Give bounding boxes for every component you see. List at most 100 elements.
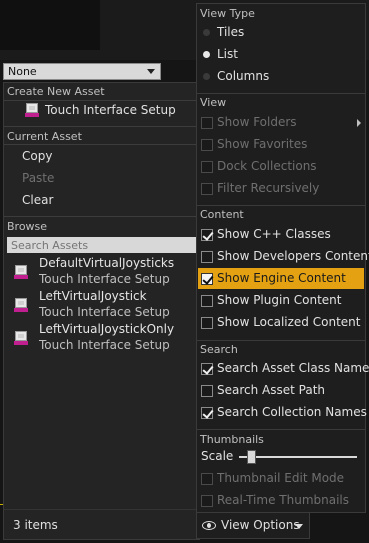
view-options-label: View Options	[221, 518, 300, 532]
chevron-down-icon	[147, 69, 155, 74]
menu-item-label: Filter Recursively	[217, 181, 320, 195]
asset-name: LeftVirtualJoystick	[39, 289, 147, 303]
menu-item-label: Show Engine Content	[217, 271, 346, 285]
touch-interface-icon	[14, 265, 28, 279]
scale-label: Scale	[201, 449, 234, 463]
touch-interface-icon	[14, 298, 28, 312]
asset-dropdown-value: None	[8, 65, 37, 78]
divider	[4, 126, 199, 127]
copy-item[interactable]: Copy	[22, 149, 52, 163]
menu-item-label: Show Favorites	[217, 137, 308, 151]
menu-item-label: Real-Time Thumbnails	[217, 493, 350, 507]
thumbnails-header: Thumbnails	[200, 433, 264, 446]
menu-item-label: Thumbnail Edit Mode	[217, 471, 345, 485]
menu-item-label: Search Collection Names	[217, 405, 367, 419]
search-asset-path-item[interactable]: Search Asset Path	[198, 380, 364, 401]
asset-list-item[interactable]: LeftVirtualJoystickOnly Touch Interface …	[8, 322, 196, 355]
search-header: Search	[200, 343, 238, 356]
divider	[197, 93, 365, 94]
create-new-asset-header: Create New Asset	[7, 85, 105, 98]
show-developers-content-item[interactable]: Show Developers Content	[198, 246, 369, 267]
divider	[197, 429, 365, 430]
current-asset-header: Current Asset	[7, 130, 82, 143]
checkbox	[201, 117, 213, 129]
view-type-header: View Type	[200, 7, 255, 20]
search-assets-input[interactable]	[7, 237, 197, 253]
scale-slider-track[interactable]	[239, 456, 357, 458]
checkbox	[201, 473, 213, 485]
search-asset-class-names-item[interactable]: Search Asset Class Names	[198, 358, 369, 379]
asset-dropdown[interactable]: None	[3, 63, 161, 80]
menu-item-label: Show Developers Content	[217, 249, 369, 263]
menu-item-label: Columns	[217, 69, 270, 83]
asset-picker-panel: Create New Asset Touch Interface Setup C…	[3, 82, 200, 540]
editor-background-strip	[0, 0, 100, 50]
checkbox-checked	[201, 273, 213, 285]
view-options-button[interactable]: View Options	[196, 512, 310, 539]
item-count: 3 items	[13, 518, 58, 532]
scale-slider-thumb[interactable]	[246, 450, 256, 464]
asset-list-item[interactable]: LeftVirtualJoystick Touch Interface Setu…	[8, 289, 196, 322]
chevron-right-icon	[357, 119, 361, 127]
show-engine-content-item[interactable]: Show Engine Content	[198, 268, 364, 289]
create-touch-interface-item[interactable]: Touch Interface Setup	[45, 103, 176, 117]
menu-item-label: Search Asset Path	[217, 383, 326, 397]
chevron-down-icon	[295, 524, 303, 529]
divider	[197, 205, 365, 206]
thumbnail-scale-row: Scale	[198, 446, 364, 467]
divider	[197, 340, 365, 341]
checkbox	[201, 161, 213, 173]
menu-item-label: List	[217, 47, 238, 61]
real-time-thumbnails-item[interactable]: Real-Time Thumbnails	[198, 490, 364, 511]
menu-item-label: Show Plugin Content	[217, 293, 342, 307]
filter-recursively-item[interactable]: Filter Recursively	[198, 178, 364, 199]
touch-interface-icon	[25, 103, 39, 117]
checkbox-checked	[201, 407, 213, 419]
asset-list-item[interactable]: DefaultVirtualJoysticks Touch Interface …	[8, 256, 196, 289]
checkbox	[201, 495, 213, 507]
view-type-tiles[interactable]: Tiles	[198, 22, 364, 43]
checkbox	[201, 139, 213, 151]
dock-collections-item[interactable]: Dock Collections	[198, 156, 364, 177]
thumbnail-edit-mode-item[interactable]: Thumbnail Edit Mode	[198, 468, 364, 489]
menu-item-label: Search Asset Class Names	[217, 361, 369, 375]
divider	[4, 144, 199, 145]
menu-item-label: Show Localized Content	[217, 315, 361, 329]
radio-selected-icon	[203, 51, 210, 58]
browse-header: Browse	[7, 220, 48, 233]
checkbox-checked	[201, 229, 213, 241]
checkbox	[201, 183, 213, 195]
view-type-list[interactable]: List	[198, 44, 364, 65]
menu-item-label: Show C++ Classes	[217, 227, 331, 241]
asset-type: Touch Interface Setup	[39, 305, 170, 319]
content-header: Content	[200, 208, 244, 221]
menu-item-label: Dock Collections	[217, 159, 317, 173]
search-collection-names-item[interactable]: Search Collection Names	[198, 402, 367, 423]
checkbox	[201, 385, 213, 397]
picker-footer: 3 items	[4, 509, 199, 539]
menu-item-label: Tiles	[217, 25, 245, 39]
show-plugin-content-item[interactable]: Show Plugin Content	[198, 290, 364, 311]
view-header: View	[200, 96, 227, 109]
checkbox	[201, 251, 213, 263]
clear-item[interactable]: Clear	[22, 193, 53, 207]
paste-item[interactable]: Paste	[22, 171, 54, 185]
checkbox-checked	[201, 363, 213, 375]
checkbox	[201, 317, 213, 329]
view-type-columns[interactable]: Columns	[198, 66, 364, 87]
asset-type: Touch Interface Setup	[39, 272, 170, 286]
eye-icon	[202, 521, 216, 530]
view-options-menu: View Type Tiles List Columns View Show F…	[196, 3, 369, 513]
show-localized-content-item[interactable]: Show Localized Content	[198, 312, 364, 333]
show-cpp-classes-item[interactable]: Show C++ Classes	[198, 224, 364, 245]
show-folders-item[interactable]: Show Folders	[198, 112, 364, 133]
asset-name: LeftVirtualJoystickOnly	[39, 322, 175, 336]
touch-interface-icon	[14, 331, 28, 345]
checkbox	[201, 295, 213, 307]
radio-icon	[203, 73, 210, 80]
asset-name: DefaultVirtualJoysticks	[39, 256, 175, 270]
asset-type: Touch Interface Setup	[39, 338, 170, 352]
divider	[4, 100, 199, 101]
menu-item-label: Show Folders	[217, 115, 297, 129]
show-favorites-item[interactable]: Show Favorites	[198, 134, 364, 155]
